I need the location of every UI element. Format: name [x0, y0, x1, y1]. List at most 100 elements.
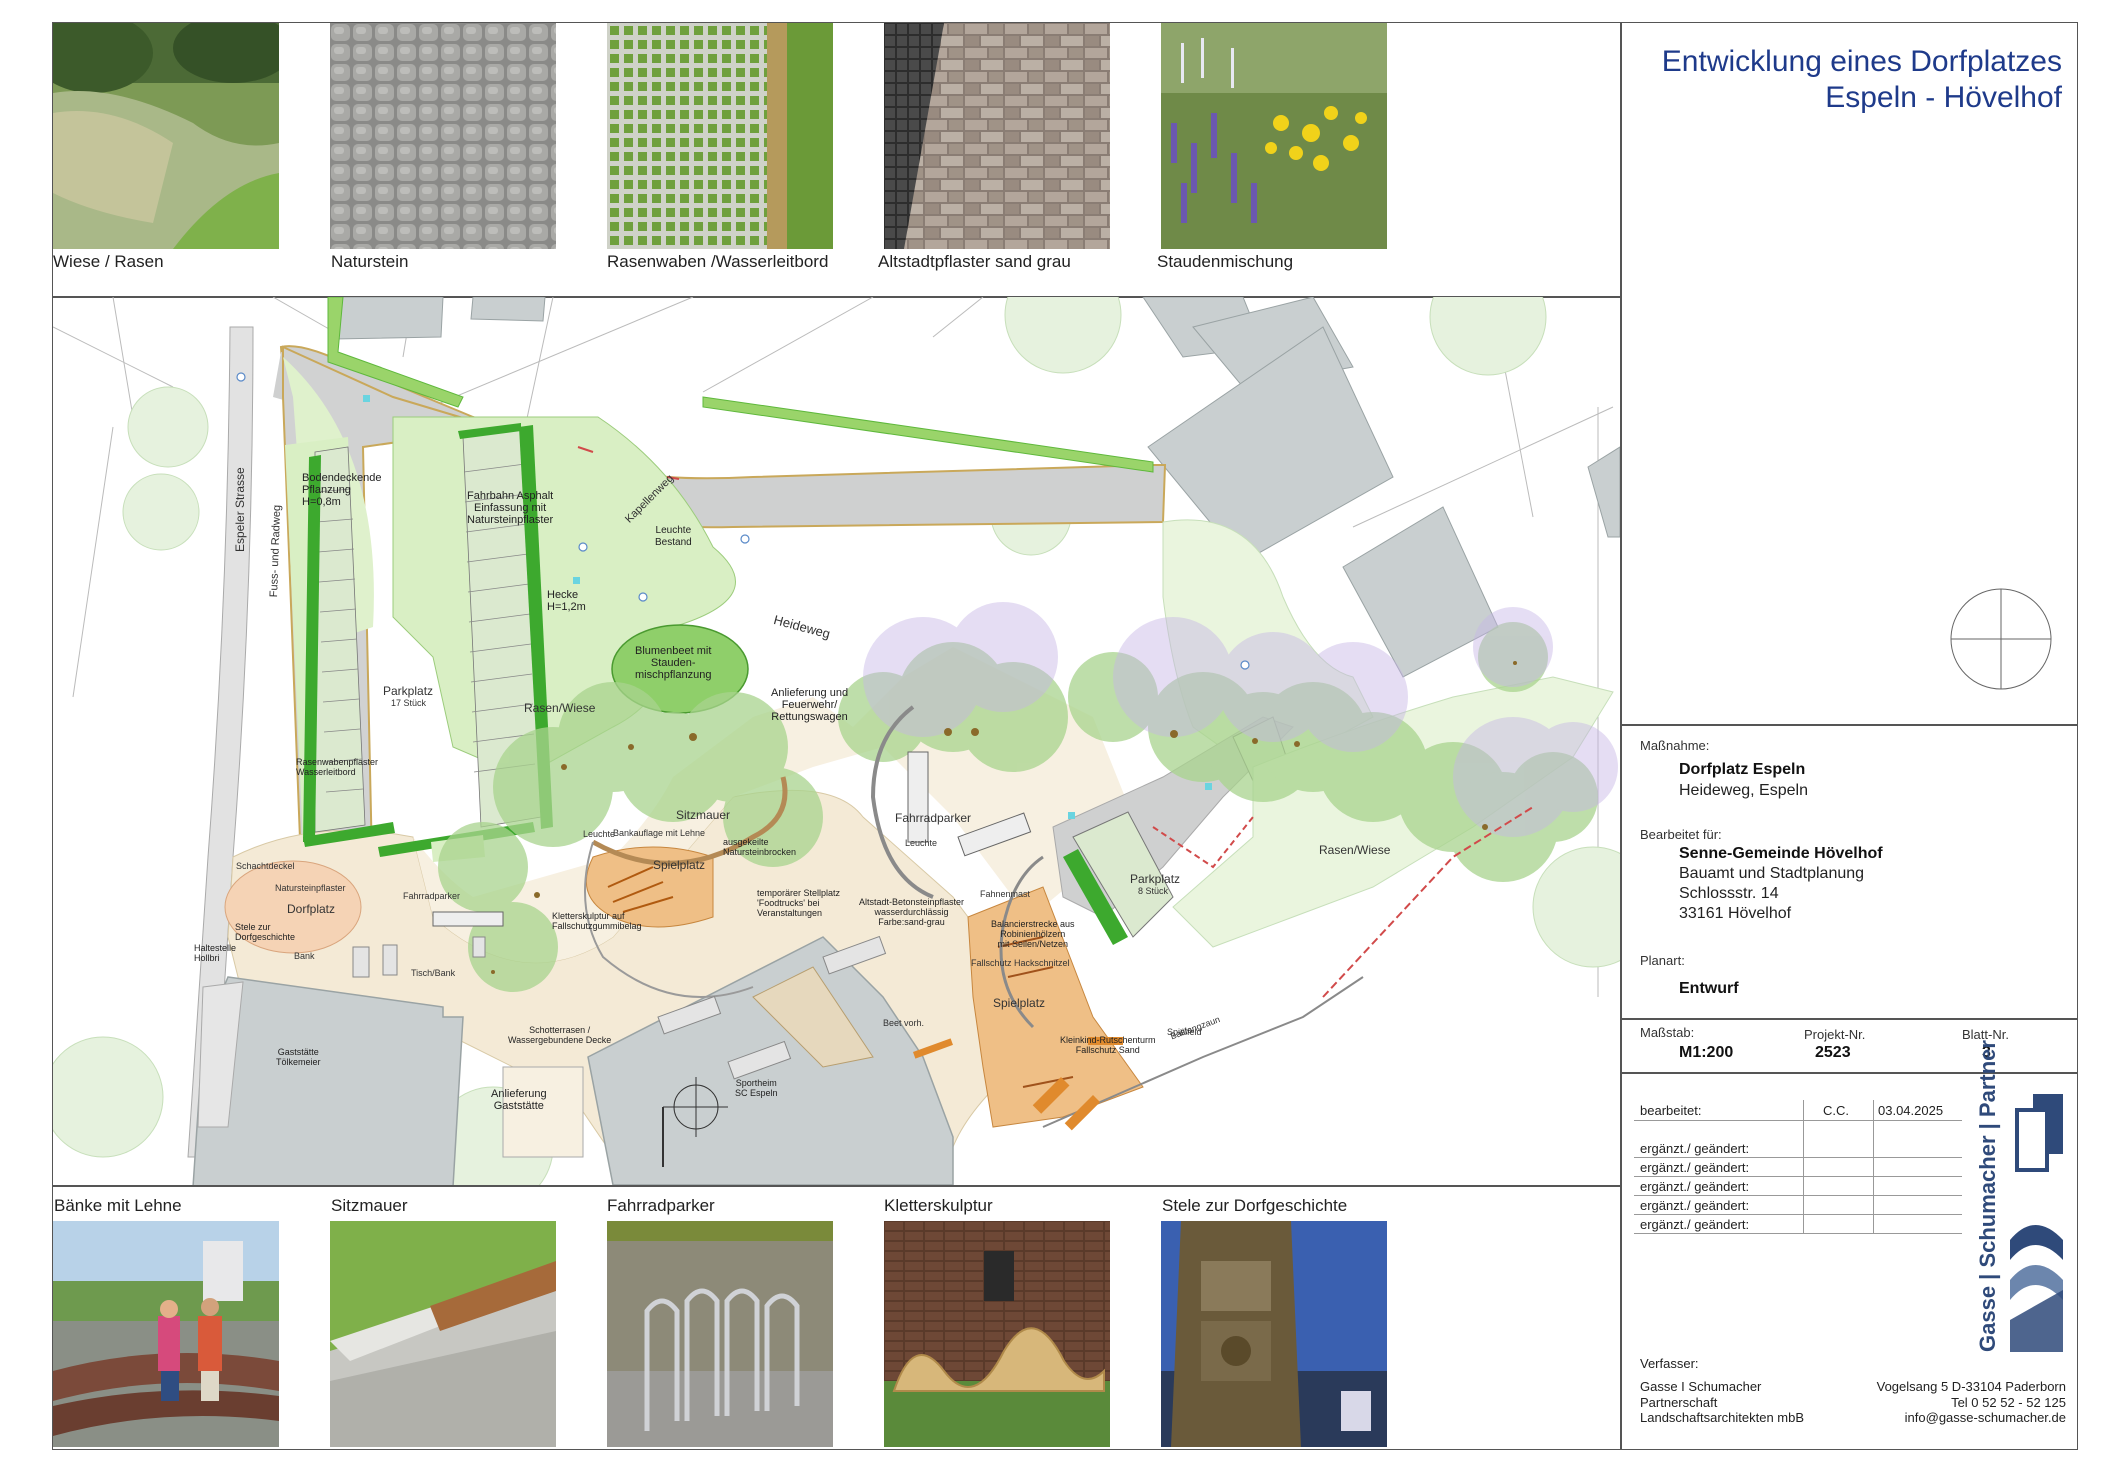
label-beet: Beet vorh.: [883, 1018, 925, 1028]
label-sportheim: Sportheim SC Espeln: [735, 1078, 778, 1098]
projekt-value: 2523: [1815, 1044, 1851, 1061]
stele-photo: [1161, 1221, 1387, 1447]
label-bank: Bank: [294, 951, 315, 961]
label-altstadt-beton: Altstadt-Betonsteinpflaster wasserdurchlä…: [859, 897, 965, 927]
rev-bearbeitet-date: 03.04.2025: [1878, 1103, 1944, 1118]
massstab-value: M1:200: [1679, 1044, 1734, 1061]
rev-line-1: [1634, 1157, 1962, 1158]
rev-row-1: ergänzt./ geändert:: [1640, 1141, 1750, 1156]
caption-benches: Bänke mit Lehne: [54, 1196, 182, 1215]
info-separator-2: [1621, 1018, 2078, 1020]
label-gaststaette: Gaststätte Tölkemeier: [276, 1047, 321, 1067]
label-parkplatz-8-count: 8 Stück: [1138, 886, 1169, 896]
rev-bearbeitet-label: bearbeitet:: [1640, 1103, 1702, 1118]
label-parkplatz-8: Parkplatz: [1130, 872, 1181, 886]
label-bodendeckende: Bodendeckende Pflanzung H=0,8m: [302, 472, 382, 508]
label-kletterskulptur: Kletterskulptur auf Fallschutzgummibelag: [552, 911, 642, 931]
massnahme-label: Maßnahme:: [1640, 738, 1710, 753]
caption-paving: Altstadtpflaster sand grau: [878, 252, 1071, 271]
north-arrow-icon: [1950, 588, 2052, 690]
rev-row-5: ergänzt./ geändert:: [1640, 1217, 1750, 1232]
label-rasen-wiese-1: Rasen/Wiese: [524, 701, 596, 715]
label-anlieferung-gast: Anlieferung Gaststätte: [491, 1088, 547, 1112]
rev-line-0: [1634, 1120, 1962, 1121]
label-anlieferung-feuerwehr: Anlieferung und Feuerwehr/Rettungswagen: [771, 687, 849, 723]
caption-perennials: Staudenmischung: [1157, 252, 1294, 271]
label-kleinkind: Kleinkind-Rutschenturm Fallschutz Sand: [1060, 1035, 1156, 1055]
label-haltestelle: Haltestelle Hollbri: [194, 943, 237, 963]
paving-photo: [884, 23, 1110, 249]
rev-line-2: [1634, 1176, 1962, 1177]
planart-label: Planart:: [1640, 953, 1685, 968]
site-plan: Espeler Strasse Fuss- und Radweg Bodende…: [53, 297, 1620, 1185]
label-parkplatz-17-count: 17 Stück: [391, 698, 427, 708]
rev-row-2: ergänzt./ geändert:: [1640, 1160, 1750, 1175]
rev-bearbeitet-by: C.C.: [1823, 1103, 1849, 1118]
author-addr-1: Vogelsang 5 D-33104 Paderborn: [1876, 1379, 2066, 1394]
label-leuchte-bestand: Leuchte Bestand: [655, 525, 692, 548]
label-natursteinpflaster: Natursteinpflaster: [275, 883, 346, 893]
label-rasen-wiese-2: Rasen/Wiese: [1319, 843, 1391, 857]
client-dept: Bauamt und Stadtplanung: [1679, 865, 1865, 882]
label-temporaerer: temporärer Stellplatz 'Foodtrucks' bei Ver…: [757, 888, 841, 918]
meadow-photo: [53, 23, 279, 249]
logo-text: Gasse | Schumacher | Partner: [1975, 1040, 2000, 1352]
label-tisch-bank: Tisch/Bank: [411, 968, 456, 978]
cobblestone-photo: [330, 23, 556, 249]
label-espeler-strasse: Espeler Strasse: [233, 467, 247, 552]
author-line-2: Partnerschaft: [1640, 1395, 1718, 1410]
label-ausgekeilte: ausgekeilte Natursteinbrocken: [723, 837, 797, 857]
caption-climbing-sculpture: Kletterskulptur: [884, 1196, 993, 1215]
caption-cobblestone: Naturstein: [331, 252, 409, 271]
rev-col-sep-1: [1803, 1100, 1804, 1233]
label-schachtdeckel: Schachtdeckel: [236, 861, 295, 871]
label-blumenbeet: Blumenbeet mit Stauden-mischpflanzung: [635, 645, 712, 681]
company-logo-icon: [1995, 1090, 2069, 1352]
label-fahnenmast: Fahnenmast: [980, 889, 1031, 899]
rev-line-4: [1634, 1214, 1962, 1215]
caption-stele: Stele zur Dorfgeschichte: [1162, 1196, 1348, 1215]
caption-bike-rack: Fahrradparker: [607, 1196, 715, 1215]
label-fahrbahn: Fahrbahn Asphalt Einfassung mit Naturstein…: [467, 490, 554, 526]
label-fallschutz-hack: Fallschutz Hackschnitzel: [971, 958, 1070, 968]
projekt-label: Projekt-Nr.: [1804, 1027, 1866, 1042]
bike-rack-photo: [607, 1221, 833, 1447]
label-stele: Stele zur Dorfgeschichte: [235, 922, 296, 942]
planart-value: Entwurf: [1679, 980, 1739, 997]
rev-row-3: ergänzt./ geändert:: [1640, 1179, 1750, 1194]
label-rasenwaben: Rasenwabenpflaster Wasserleitbord: [296, 757, 379, 777]
label-fahrradparker-1: Fahrradparker: [895, 811, 972, 825]
client-street: Schlossstr. 14: [1679, 885, 1779, 902]
label-balancier: Balancierstrecke aus Robinienhölzern mit S…: [991, 919, 1075, 949]
seating-wall-photo: [330, 1221, 556, 1447]
grass-grid-photo: [607, 23, 833, 249]
title-line-2: Espeln - Hövelhof: [1825, 81, 2062, 114]
rev-row-4: ergänzt./ geändert:: [1640, 1198, 1750, 1213]
title-line-1: Entwicklung eines Dorfplatzes: [1661, 45, 2062, 78]
info-separator-3: [1621, 1072, 2078, 1074]
label-spielplatz-2: Spielplatz: [993, 996, 1046, 1010]
author-addr-2: Tel 0 52 52 - 52 125: [1951, 1395, 2066, 1410]
client-city: 33161 Hövelhof: [1679, 905, 1792, 922]
label-schotterrasen: Schotterrasen / Wassergebundene Decke: [508, 1025, 612, 1045]
label-leuchte-2: Leuchte: [905, 838, 938, 848]
caption-seating-wall: Sitzmauer: [331, 1196, 408, 1215]
rev-line-3: [1634, 1195, 1962, 1196]
label-spielfeld: Spielfeld: [1167, 1027, 1202, 1037]
label-leuchte-1: Leuchte: [583, 829, 616, 839]
caption-grass-grid: Rasenwaben /Wasserleitbord: [607, 252, 829, 271]
label-hecke: Hecke H=1,2m: [547, 589, 586, 613]
label-parkplatz-17: Parkplatz: [383, 684, 434, 698]
perennials-photo: [1161, 23, 1387, 249]
massstab-label: Maßstab:: [1640, 1025, 1695, 1040]
label-sitzmauer: Sitzmauer: [676, 808, 731, 822]
benches-photo: [53, 1221, 279, 1447]
bottom-photo-separator: [52, 1185, 1621, 1187]
label-bankauflage: Bankauflage mit Lehne: [613, 828, 706, 838]
climbing-sculpture-photo: [884, 1221, 1110, 1447]
massnahme-addr: Heideweg, Espeln: [1679, 782, 1808, 799]
bearbeitet-fuer-label: Bearbeitet für:: [1640, 827, 1722, 842]
author-label: Verfasser:: [1640, 1356, 1699, 1371]
author-line-3: Landschaftsarchitekten mbB: [1640, 1410, 1805, 1425]
info-separator-1: [1621, 724, 2078, 726]
